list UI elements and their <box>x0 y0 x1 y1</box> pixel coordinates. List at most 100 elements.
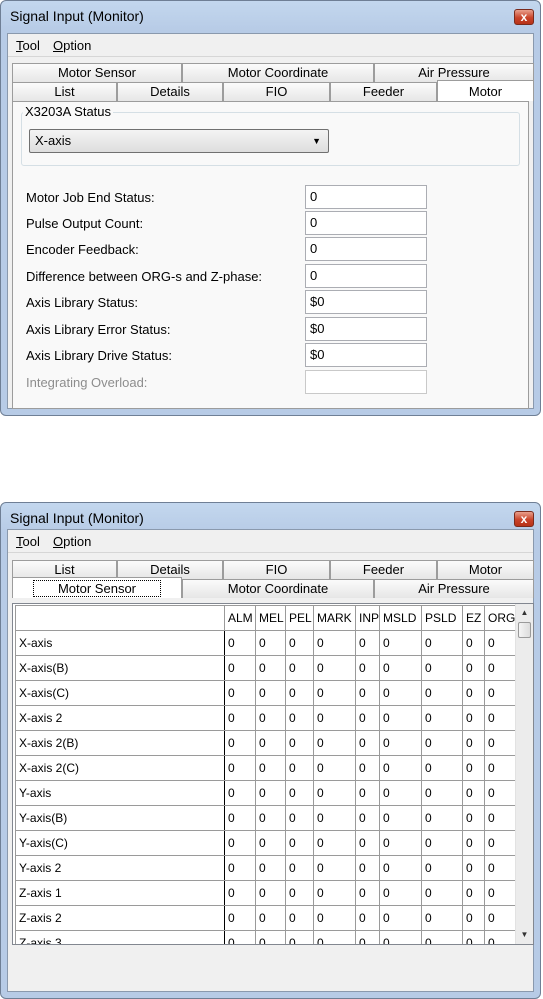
vertical-scrollbar[interactable]: ▲ ▼ <box>515 604 533 944</box>
table-row[interactable]: Z-axis 1000000000 <box>15 880 519 906</box>
table-row[interactable]: Y-axis(B) 0 0 0 0 0 0 0 0 0 <box>15 805 519 831</box>
table-cell[interactable]: 0 <box>285 905 314 931</box>
table-cell[interactable]: 0 <box>421 880 464 906</box>
table-cell[interactable]: 0 <box>224 855 256 881</box>
column-header-ez[interactable]: EZ <box>462 605 486 631</box>
table-cell[interactable]: 0 <box>285 780 314 806</box>
table-cell[interactable]: 0 <box>354 855 381 881</box>
table-cell[interactable]: 0 <box>224 705 256 731</box>
field-org-z-difference[interactable]: 0 <box>305 264 427 288</box>
table-cell[interactable]: 0 <box>255 630 286 656</box>
row-header[interactable]: Z-axis 3 <box>15 930 225 944</box>
table-cell[interactable]: 0 <box>421 855 464 881</box>
row-header[interactable]: X-axis 2(C) <box>15 755 225 781</box>
table-cell[interactable]: 0 <box>313 830 356 856</box>
tab-motor-coordinate[interactable]: Motor Coordinate <box>182 63 374 82</box>
table-cell[interactable]: 0 <box>421 905 464 931</box>
table-cell[interactable]: 0 <box>255 780 286 806</box>
tab-details[interactable]: Details <box>117 82 223 101</box>
table-cell[interactable]: 0 <box>224 830 256 856</box>
table-cell[interactable]: 0 <box>484 855 519 881</box>
table-cell[interactable]: 0 <box>484 805 519 831</box>
menu-tool[interactable]: Tool <box>16 38 40 53</box>
column-header-pel[interactable]: PEL <box>285 605 314 631</box>
table-row[interactable]: X-axis 2000000000 <box>15 705 519 731</box>
table-cell[interactable]: 0 <box>379 705 423 731</box>
table-cell[interactable]: 0 <box>354 805 381 831</box>
column-header-mel[interactable]: MEL <box>255 605 286 631</box>
table-cell[interactable]: 0 <box>484 680 519 706</box>
table-cell[interactable]: 0 <box>421 780 464 806</box>
table-cell[interactable]: 0 <box>224 930 256 944</box>
table-row[interactable]: Z-axis 2000000000 <box>15 905 519 931</box>
table-cell[interactable]: 0 <box>285 755 314 781</box>
column-header-alm[interactable]: ALM <box>224 605 256 631</box>
field-encoder-feedback[interactable]: 0 <box>305 237 427 261</box>
table-cell[interactable]: 0 <box>354 730 381 756</box>
table-cell[interactable]: 0 <box>379 755 423 781</box>
table-cell[interactable]: 0 <box>484 930 519 944</box>
table-cell[interactable]: 0 <box>379 855 423 881</box>
table-cell[interactable]: 0 <box>285 630 314 656</box>
table-row[interactable]: X-axis 2(C) 0 0 0 0 0 0 0 0 0 <box>15 755 519 781</box>
table-cell[interactable]: 0 <box>484 630 519 656</box>
scroll-up-icon[interactable]: ▲ <box>517 605 532 621</box>
table-row[interactable]: Z-axis 3000000000 <box>15 930 519 944</box>
table-cell[interactable]: 0 <box>462 630 486 656</box>
table-cell[interactable]: 0 <box>255 830 286 856</box>
table-cell[interactable]: 0 <box>285 930 314 944</box>
row-header[interactable]: Y-axis(C) <box>15 830 225 856</box>
table-cell[interactable]: 0 <box>354 755 381 781</box>
table-row[interactable]: Y-axis(C) 0 0 0 0 0 0 0 0 0 <box>15 830 519 856</box>
column-header-org[interactable]: ORG <box>484 605 519 631</box>
table-cell[interactable]: 0 <box>484 755 519 781</box>
menu-tool[interactable]: Tool <box>16 534 40 549</box>
table-cell[interactable]: 0 <box>313 855 356 881</box>
table-cell[interactable]: 0 <box>354 830 381 856</box>
tab-fio[interactable]: FIO <box>223 560 330 579</box>
table-row[interactable]: Y-axis 0 0 0 0 0 0 0 0 0 <box>15 780 519 806</box>
close-button[interactable]: x <box>514 511 534 527</box>
row-header[interactable]: X-axis(B) <box>15 655 225 681</box>
row-header[interactable]: Z-axis 1 <box>15 880 225 906</box>
table-cell[interactable]: 0 <box>379 680 423 706</box>
table-cell[interactable]: 0 <box>255 755 286 781</box>
table-cell[interactable]: 0 <box>285 680 314 706</box>
scroll-down-icon[interactable]: ▼ <box>517 927 532 943</box>
tab-fio[interactable]: FIO <box>223 82 330 101</box>
table-cell[interactable]: 0 <box>379 880 423 906</box>
field-axis-library-status[interactable]: $0 <box>305 290 427 314</box>
table-cell[interactable]: 0 <box>255 655 286 681</box>
table-cell[interactable]: 0 <box>313 730 356 756</box>
tab-list[interactable]: List <box>12 82 117 101</box>
field-pulse-output-count[interactable]: 0 <box>305 211 427 235</box>
table-cell[interactable]: 0 <box>421 755 464 781</box>
row-header[interactable]: Y-axis 2 <box>15 855 225 881</box>
column-header-psld[interactable]: PSLD <box>421 605 464 631</box>
table-cell[interactable]: 0 <box>285 705 314 731</box>
table-cell[interactable]: 0 <box>421 705 464 731</box>
menu-option[interactable]: Option <box>53 38 91 53</box>
table-cell[interactable]: 0 <box>379 730 423 756</box>
table-cell[interactable]: 0 <box>421 930 464 944</box>
table-cell[interactable]: 0 <box>462 930 486 944</box>
table-cell[interactable]: 0 <box>462 730 486 756</box>
table-cell[interactable]: 0 <box>379 655 423 681</box>
tab-motor-sensor[interactable]: Motor Sensor <box>12 63 182 82</box>
table-cell[interactable]: 0 <box>421 630 464 656</box>
table-cell[interactable]: 0 <box>379 780 423 806</box>
field-axis-library-error-status[interactable]: $0 <box>305 317 427 341</box>
table-cell[interactable]: 0 <box>224 680 256 706</box>
tab-feeder[interactable]: Feeder <box>330 82 437 101</box>
tab-motor-sensor[interactable]: Motor Sensor <box>12 577 182 598</box>
table-cell[interactable]: 0 <box>255 905 286 931</box>
table-cell[interactable]: 0 <box>462 905 486 931</box>
table-cell[interactable]: 0 <box>379 805 423 831</box>
table-cell[interactable]: 0 <box>462 830 486 856</box>
table-cell[interactable]: 0 <box>224 755 256 781</box>
table-cell[interactable]: 0 <box>224 780 256 806</box>
table-cell[interactable]: 0 <box>255 855 286 881</box>
table-cell[interactable]: 0 <box>224 630 256 656</box>
table-cell[interactable]: 0 <box>462 755 486 781</box>
table-cell[interactable]: 0 <box>354 630 381 656</box>
